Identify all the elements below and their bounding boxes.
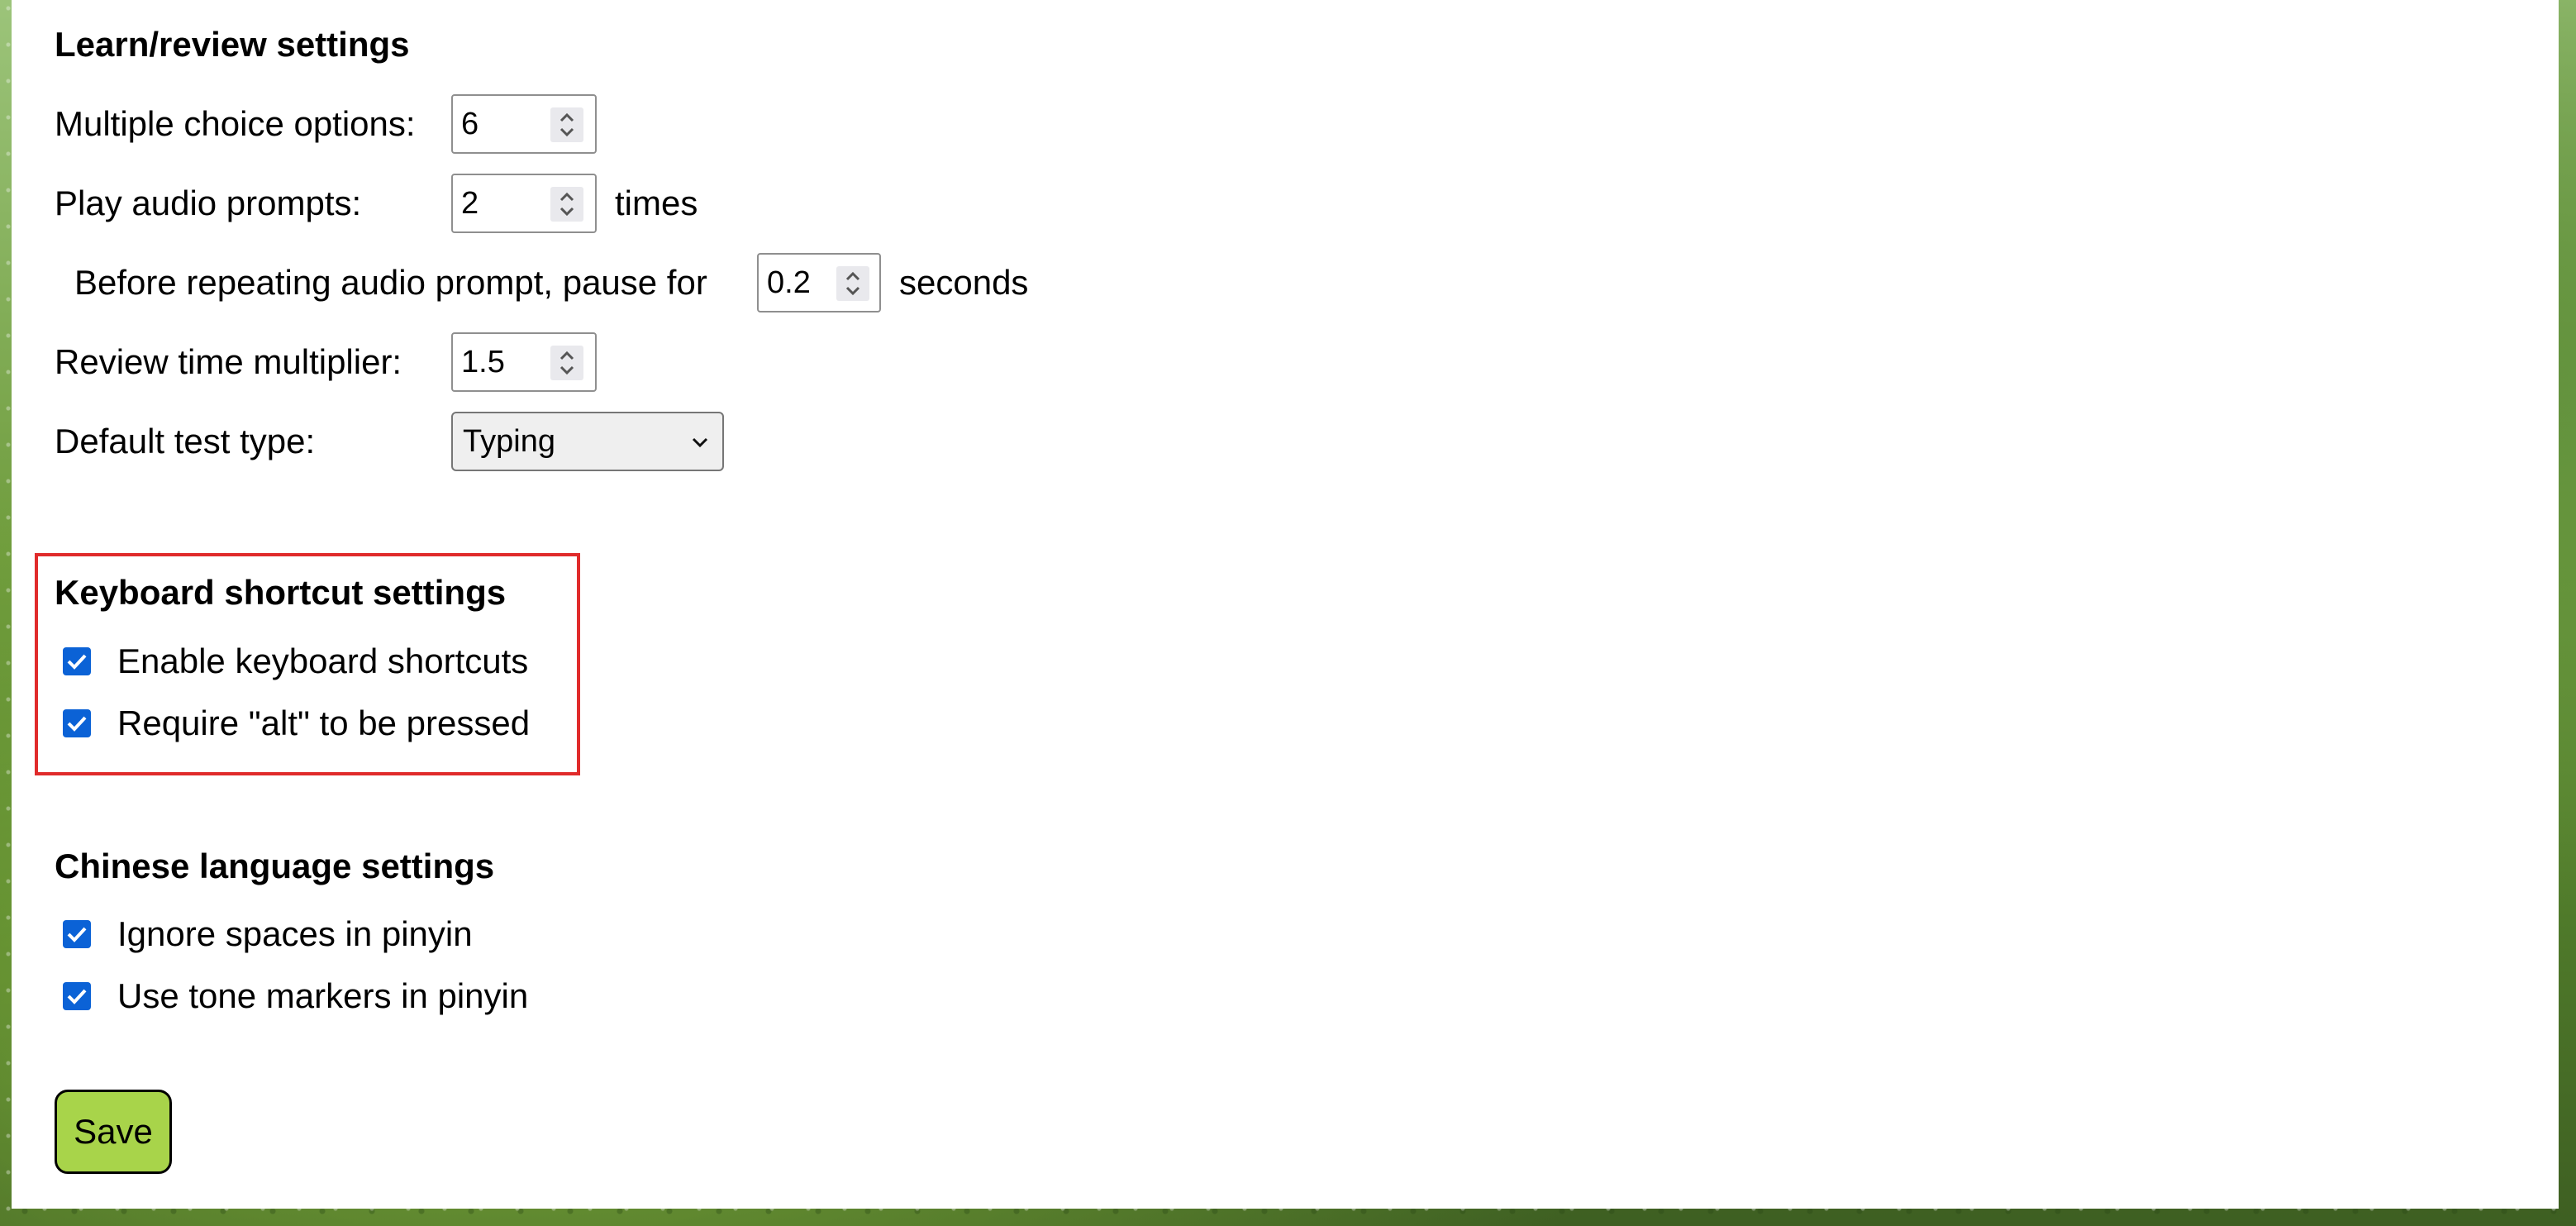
settings-panel: Learn/review settings Multiple choice op… — [12, 0, 2559, 1209]
pause-label: Before repeating audio prompt, pause for — [74, 263, 707, 302]
default-test-type-value: Typing — [463, 424, 555, 459]
play-audio-suffix: times — [615, 184, 698, 222]
tone-markers-label: Use tone markers in pinyin — [117, 976, 529, 1015]
review-multiplier-input[interactable]: 1.5 — [451, 332, 597, 392]
chinese-heading: Chinese language settings — [55, 847, 495, 885]
pause-suffix: seconds — [899, 263, 1029, 302]
checkmark-icon — [67, 654, 87, 670]
enable-shortcuts-checkbox[interactable] — [63, 647, 91, 675]
play-audio-value: 2 — [461, 186, 479, 221]
tone-markers-checkbox[interactable] — [63, 982, 91, 1010]
checkmark-icon — [67, 927, 87, 942]
spinner-arrows-icon[interactable] — [836, 266, 869, 301]
spinner-arrows-icon[interactable] — [550, 187, 583, 222]
enable-shortcuts-label: Enable keyboard shortcuts — [117, 642, 529, 680]
spinner-arrows-icon[interactable] — [550, 346, 583, 380]
multiple-choice-label: Multiple choice options: — [55, 104, 416, 143]
ignore-spaces-checkbox[interactable] — [63, 920, 91, 948]
require-alt-label: Require "alt" to be pressed — [117, 704, 531, 742]
multiple-choice-input[interactable]: 6 — [451, 94, 597, 154]
review-multiplier-label: Review time multiplier: — [55, 342, 402, 381]
ignore-spaces-label: Ignore spaces in pinyin — [117, 914, 473, 953]
keyboard-heading: Keyboard shortcut settings — [55, 573, 507, 612]
checkmark-icon — [67, 989, 87, 1004]
review-multiplier-value: 1.5 — [461, 345, 505, 379]
require-alt-checkbox[interactable] — [63, 709, 91, 737]
pause-value: 0.2 — [767, 265, 811, 300]
learn-review-heading: Learn/review settings — [55, 25, 410, 64]
default-test-type-select[interactable]: Typing — [451, 412, 724, 471]
pause-input[interactable]: 0.2 — [757, 253, 881, 312]
play-audio-label: Play audio prompts: — [55, 184, 362, 222]
play-audio-input[interactable]: 2 — [451, 174, 597, 233]
default-test-type-label: Default test type: — [55, 422, 316, 460]
chevron-down-icon — [692, 437, 708, 448]
checkmark-icon — [67, 716, 87, 732]
spinner-arrows-icon[interactable] — [550, 107, 583, 142]
save-button[interactable]: Save — [55, 1090, 172, 1174]
multiple-choice-value: 6 — [461, 107, 479, 141]
